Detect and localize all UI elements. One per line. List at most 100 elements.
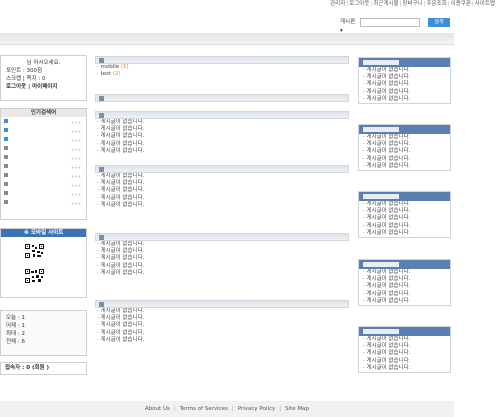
rank-badge: [4, 146, 8, 150]
list-item[interactable]: · 게시글이 없습니다.: [95, 270, 349, 277]
footer-about-us[interactable]: About Us: [145, 406, 170, 412]
menu-orders[interactable]: 주문조회: [427, 1, 447, 7]
list-item[interactable]: · 게시글이 없습니다.: [95, 330, 349, 337]
rank-badge: [4, 119, 8, 123]
list-item[interactable]: · 게시글이 없습니다.: [95, 148, 349, 155]
list-item[interactable]: · 게시글이 없습니다.: [359, 365, 450, 372]
menu-logout[interactable]: 로그아웃: [349, 1, 369, 7]
side-board-title-bar: [363, 262, 399, 267]
list-item[interactable]: · 게시글이 없습니다.: [95, 263, 349, 270]
footer-terms[interactable]: Terms of Services: [180, 406, 228, 412]
account-links[interactable]: 로그아웃 | 마이페이지: [1, 83, 86, 91]
scrap-text[interactable]: 스크랩 | 쪽지 : 0: [1, 75, 86, 83]
board-link-mobile[interactable]: · mobile: [97, 64, 119, 70]
board-header[interactable]: [95, 165, 349, 173]
trend-icon: +++: [71, 174, 82, 179]
trend-icon: +++: [71, 147, 82, 152]
side-board-header[interactable]: [359, 327, 450, 336]
menu-admin[interactable]: 관리자: [330, 1, 345, 7]
list-item[interactable]: · 게시글이 없습니다.: [359, 283, 450, 290]
list-item[interactable]: · 게시글이 없습니다.: [359, 230, 450, 237]
visitors-total: 전체 : 6: [6, 339, 25, 345]
board-box: · mobile (1) · test (2): [95, 56, 349, 78]
footer-privacy[interactable]: Privacy Policy: [238, 406, 275, 412]
popular-search-item[interactable]: +++: [1, 153, 86, 162]
footer-sitemap[interactable]: Site Map: [285, 406, 309, 412]
mobile-site-box: ※ 모바일 사이트: [0, 228, 87, 298]
list-item[interactable]: · 게시글이 없습니다.: [359, 96, 450, 103]
trend-icon: +++: [71, 129, 82, 134]
menu-cart[interactable]: 장바구니: [402, 1, 422, 7]
list-item[interactable]: · mobile (1): [95, 64, 349, 71]
popular-search-item[interactable]: +++: [1, 180, 86, 189]
search-input[interactable]: [360, 18, 420, 27]
list-item[interactable]: · 게시글이 없습니다.: [95, 141, 349, 148]
list-item[interactable]: · 게시글이 없습니다.: [359, 291, 450, 298]
side-board-title-bar: [363, 127, 399, 132]
popular-search-item[interactable]: +++: [1, 171, 86, 180]
visitors-max: 최대 : 2: [6, 331, 25, 337]
side-board-header[interactable]: [359, 260, 450, 269]
board-header[interactable]: [95, 233, 349, 241]
rank-badge: [4, 182, 8, 186]
list-item[interactable]: · 게시글이 없습니다.: [95, 133, 349, 140]
list-item[interactable]: · 게시글이 없습니다.: [359, 163, 450, 170]
list-item[interactable]: · 게시글이 없습니다.: [359, 223, 450, 230]
list-item[interactable]: · 게시글이 없습니다.: [95, 322, 349, 329]
rank-badge: [4, 137, 8, 141]
list-item[interactable]: · 게시글이 없습니다.: [359, 350, 450, 357]
board-link-test[interactable]: · test: [97, 71, 111, 77]
board-box: · 게시글이 없습니다. · 게시글이 없습니다. · 게시글이 없습니다. · 게시…: [95, 233, 349, 277]
board-box: [95, 94, 349, 102]
popular-search-item[interactable]: +++: [1, 126, 86, 135]
board-box: · 게시글이 없습니다. · 게시글이 없습니다. · 게시글이 없습니다. · 게시…: [95, 300, 349, 344]
popular-search-item[interactable]: +++: [1, 117, 86, 126]
online-users-text[interactable]: 접속자 : 0 (회원 ): [5, 365, 49, 371]
popular-search-item[interactable]: +++: [1, 144, 86, 153]
list-item[interactable]: · 게시글이 없습니다.: [359, 298, 450, 305]
list-item[interactable]: · 게시글이 없습니다.: [359, 81, 450, 88]
popular-search-item[interactable]: +++: [1, 162, 86, 171]
list-item[interactable]: · 게시글이 없습니다.: [95, 337, 349, 344]
side-board-box: · 게시글이 없습니다. · 게시글이 없습니다. · 게시글이 없습니다. · 게시…: [358, 326, 451, 374]
visitor-stats-box: 오늘 : 1 어제 : 1 최대 : 2 전체 : 6: [0, 310, 87, 356]
board-icon: [99, 58, 104, 63]
list-item[interactable]: · test (2): [95, 71, 349, 78]
side-board-header[interactable]: [359, 125, 450, 134]
menu-coupons[interactable]: 이용쿠폰: [451, 1, 471, 7]
side-board-box: · 게시글이 없습니다. · 게시글이 없습니다. · 게시글이 없습니다. · 게시…: [358, 259, 451, 307]
list-item[interactable]: · 게시글이 없습니다.: [359, 156, 450, 163]
menu-sitemap[interactable]: 사이트맵: [475, 1, 495, 7]
footer: About Us | Terms of Services | Privacy Polic…: [0, 401, 454, 417]
top-band: [0, 33, 454, 45]
list-item[interactable]: · 게시글이 없습니다.: [95, 195, 349, 202]
board-icon: [99, 96, 104, 101]
board-header[interactable]: [95, 111, 349, 119]
list-item[interactable]: · 게시글이 없습니다.: [359, 358, 450, 365]
popular-search-item[interactable]: +++: [1, 189, 86, 198]
board-header[interactable]: [95, 300, 349, 308]
point-text: 포인트 : 300점: [6, 68, 43, 74]
board-header[interactable]: [95, 56, 349, 64]
popular-search-item[interactable]: +++: [1, 198, 86, 207]
board-icon: [99, 235, 104, 240]
side-board-header[interactable]: [359, 192, 450, 201]
menu-recent-posts[interactable]: 최근게시물: [373, 1, 398, 7]
trend-icon: +++: [71, 156, 82, 161]
board-icon: [99, 113, 104, 118]
list-item[interactable]: · 게시글이 없습니다.: [359, 148, 450, 155]
search-board-select[interactable]: 게시판 ▾: [340, 18, 358, 34]
side-board-box: · 게시글이 없습니다. · 게시글이 없습니다. · 게시글이 없습니다. · 게시…: [358, 57, 451, 105]
search-button[interactable]: 검색: [428, 18, 450, 27]
popular-search-item[interactable]: +++: [1, 135, 86, 144]
side-board-header[interactable]: [359, 58, 450, 67]
mobile-site-title[interactable]: ※ 모바일 사이트: [1, 229, 86, 237]
list-item[interactable]: · 게시글이 없습니다.: [95, 187, 349, 194]
list-item[interactable]: · 게시글이 없습니다.: [95, 202, 349, 209]
list-item[interactable]: · 게시글이 없습니다.: [95, 255, 349, 262]
board-header[interactable]: [95, 94, 349, 102]
list-item[interactable]: · 게시글이 없습니다.: [359, 215, 450, 222]
list-item[interactable]: · 게시글이 없습니다.: [359, 89, 450, 96]
rank-badge: [4, 128, 8, 132]
qr-code-icon: [25, 244, 44, 258]
